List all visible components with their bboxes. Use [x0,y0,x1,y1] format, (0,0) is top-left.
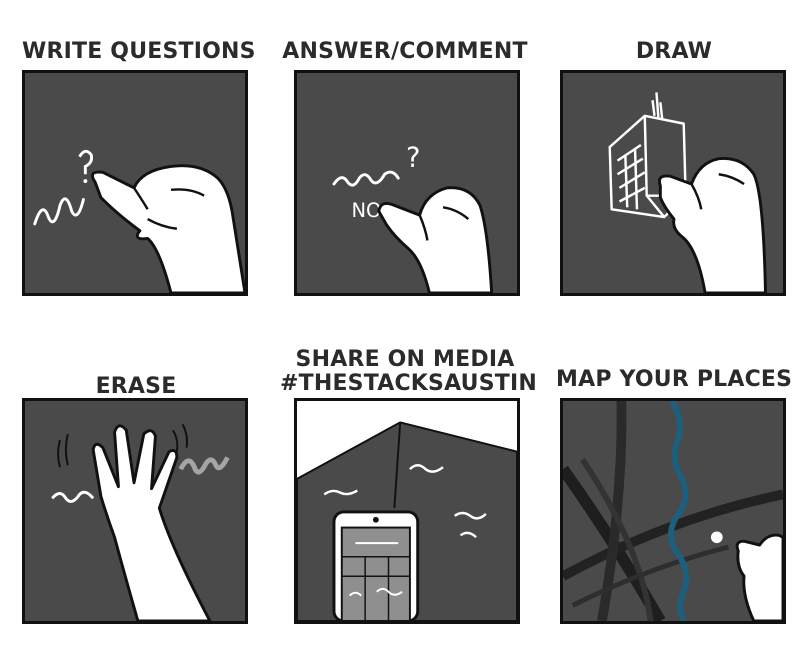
panel-title-answer-comment: ANSWER/COMMENT [282,39,528,64]
phone-screen [340,526,411,621]
share-on-media-illustration [297,401,517,621]
hand [658,157,767,293]
chalk-answer-text: NO [352,199,382,222]
answer-comment-illustration: ? NO [332,142,494,293]
panel-share-on-media [294,398,520,624]
chalk-scribble [51,490,95,503]
panel-answer-comment: ? NO [294,70,520,296]
hand [735,533,783,621]
panel-erase [22,398,248,624]
share-title-line-2: #THESTACKSAUSTIN [280,371,537,396]
chalk-question-mark: ? [406,142,420,173]
chalk-scribble [33,197,85,226]
panel-write-questions [22,70,248,296]
panel-map-your-places [560,398,786,624]
panel-title-write-questions: WRITE QUESTIONS [22,39,256,64]
share-title-line-1: SHARE ON MEDIA [295,347,515,372]
erase-illustration [51,423,230,621]
panel-title-share-on-media: SHARE ON MEDIA #THESTACKSAUSTIN [280,347,537,396]
hand [91,164,245,293]
river [668,401,690,621]
write-questions-illustration [33,149,245,293]
panel-title-draw: DRAW [635,39,713,64]
place-marker [710,531,723,544]
hand [91,424,212,621]
chalk-scribble [332,170,400,187]
panel-title-map-your-places: MAP YOUR PLACES [556,367,793,392]
panel-title-erase: ERASE [95,374,177,399]
hand [377,186,494,293]
draw-illustration [608,92,767,293]
map-your-places-illustration [563,401,783,621]
smudged-chalk [178,456,230,475]
chalk-question-mark [78,149,94,175]
panel-draw [560,70,786,296]
